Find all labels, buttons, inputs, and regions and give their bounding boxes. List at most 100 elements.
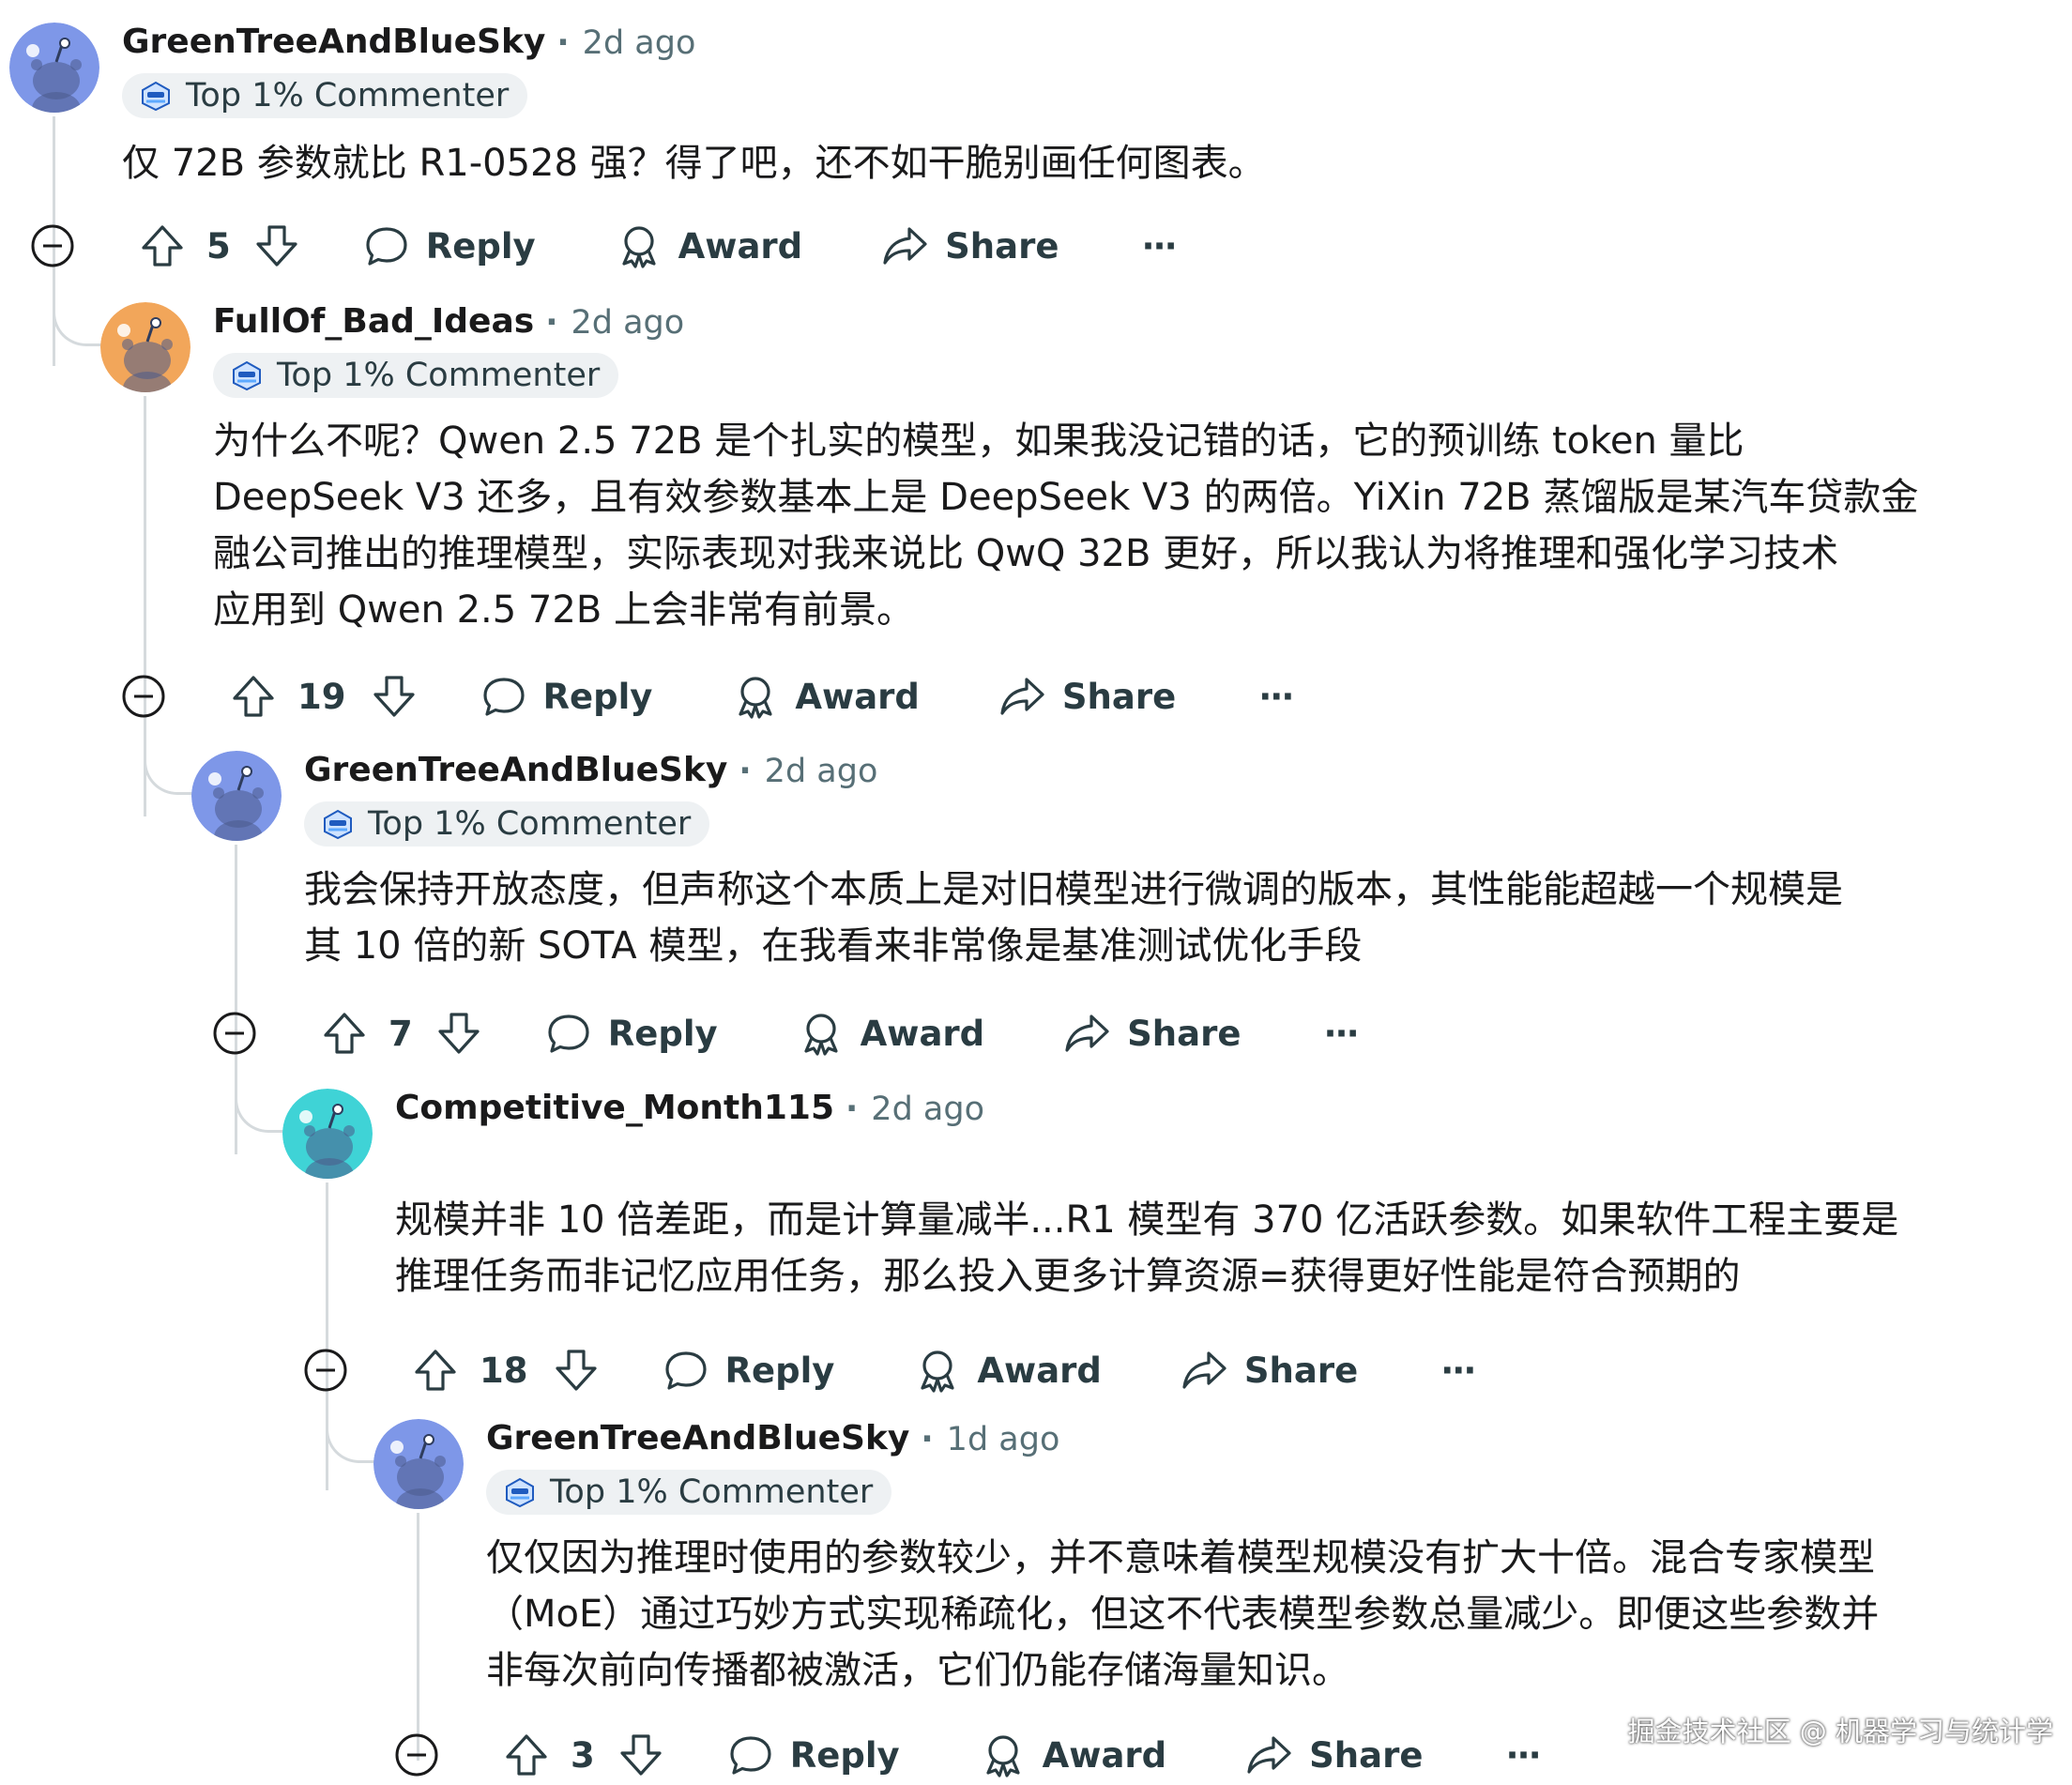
comment-text-line: 推理任务而非记忆应用任务，那么投入更多计算资源=获得更好性能是符合预期的 [395, 1255, 1741, 1298]
collapse-thread-button[interactable] [303, 1348, 348, 1393]
downvote-icon [555, 1350, 597, 1391]
award-icon [617, 223, 662, 268]
award-icon [733, 674, 778, 719]
share-button[interactable]: Share [1063, 1011, 1241, 1056]
reply-label: Reply [425, 225, 536, 267]
share-icon [1245, 1732, 1292, 1777]
badge-icon [321, 807, 355, 841]
reply-button[interactable]: Reply [728, 1732, 900, 1777]
more-options-button[interactable]: ··· [1258, 677, 1294, 717]
upvote-icon [233, 676, 274, 717]
username[interactable]: Competitive_Month115 [395, 1089, 834, 1127]
collapse-thread-button[interactable] [394, 1732, 439, 1777]
downvote-button[interactable] [555, 1348, 598, 1393]
more-options-button[interactable]: ··· [1505, 1735, 1541, 1776]
upvote-icon [324, 1013, 365, 1054]
username[interactable]: GreenTreeAndBlueSky [304, 751, 727, 789]
downvote-button[interactable] [373, 674, 416, 719]
share-icon [1181, 1348, 1227, 1393]
vote-count: 7 [388, 1013, 413, 1054]
award-icon [915, 1348, 960, 1393]
collapse-thread-button[interactable] [121, 674, 166, 719]
reply-button[interactable]: Reply [364, 223, 536, 268]
avatar[interactable] [282, 1089, 373, 1179]
comment-text-line: 应用到 Qwen 2.5 72B 上会非常有前景。 [213, 588, 914, 632]
award-button[interactable]: Award [799, 1011, 985, 1056]
downvote-button[interactable] [619, 1732, 663, 1777]
reply-label: Reply [607, 1013, 718, 1054]
comment-body: 仅 72B 参数就比 R1-0528 强？得了吧，还不如干脆别画任何图表。 [122, 135, 1266, 191]
award-label: Award [860, 1013, 985, 1054]
upvote-button[interactable] [232, 674, 275, 719]
more-options-button[interactable]: ··· [1440, 1350, 1476, 1391]
share-icon [1063, 1011, 1110, 1056]
reply-button[interactable]: Reply [546, 1011, 718, 1056]
upvote-icon [142, 225, 183, 267]
collapse-thread-button[interactable] [30, 223, 75, 268]
downvote-icon [438, 1013, 480, 1054]
comment-text-line: （MoE）通过巧妙方式实现稀疏化，但这不代表模型参数总量减少。即便这些参数并 [486, 1593, 1880, 1636]
avatar[interactable] [373, 1419, 464, 1509]
comment-age: · 1d ago [909, 1421, 1059, 1458]
username[interactable]: GreenTreeAndBlueSky [122, 23, 545, 61]
timestamp: 2d ago [571, 304, 685, 342]
downvote-button[interactable] [437, 1011, 480, 1056]
separator-dot: · [921, 1421, 934, 1458]
award-label: Award [795, 676, 920, 717]
share-button[interactable]: Share [998, 674, 1176, 719]
upvote-button[interactable] [505, 1732, 548, 1777]
comment-actions: 3 Reply Award Share ··· [394, 1725, 1542, 1785]
timestamp: 2d ago [764, 753, 878, 790]
reply-label: Reply [542, 676, 653, 717]
comment-actions: 5 Reply Award Share ··· [30, 216, 1178, 276]
downvote-button[interactable] [255, 223, 298, 268]
avatar[interactable] [100, 302, 190, 392]
share-label: Share [1243, 1350, 1359, 1391]
award-button[interactable]: Award [733, 674, 920, 719]
separator-dot: · [545, 304, 558, 342]
reply-label: Reply [789, 1734, 900, 1776]
comment-age: · 2d ago [834, 1091, 984, 1128]
share-label: Share [1061, 676, 1177, 717]
comment-text-line: 仅 72B 参数就比 R1-0528 强？得了吧，还不如干脆别画任何图表。 [122, 142, 1266, 185]
commenter-badge[interactable]: Top 1% Commenter [486, 1470, 892, 1515]
reply-button[interactable]: Reply [663, 1348, 835, 1393]
commenter-badge[interactable]: Top 1% Commenter [122, 73, 528, 118]
upvote-button[interactable] [141, 223, 184, 268]
downvote-icon [620, 1734, 662, 1776]
comment-age: · 2d ago [534, 304, 684, 342]
award-label: Award [1042, 1734, 1167, 1776]
comment-text-line: 非每次前向传播都被激活，它们仍能存储海量知识。 [486, 1649, 1349, 1692]
comment-body: 为什么不呢？Qwen 2.5 72B 是个扎实的模型，如果我没记错的话，它的预训… [213, 413, 1918, 638]
timestamp: 1d ago [946, 1421, 1060, 1458]
commenter-badge[interactable]: Top 1% Commenter [213, 353, 619, 398]
badge-icon [230, 359, 264, 392]
separator-dot: · [556, 24, 570, 62]
reply-label: Reply [724, 1350, 835, 1391]
more-options-button[interactable]: ··· [1323, 1014, 1359, 1054]
award-icon [799, 1011, 844, 1056]
award-button[interactable]: Award [617, 223, 802, 268]
comment-actions: 19 Reply Award Share ··· [121, 666, 1294, 726]
award-button[interactable]: Award [981, 1732, 1167, 1777]
upvote-button[interactable] [414, 1348, 457, 1393]
vote-count: 19 [297, 676, 346, 717]
collapse-thread-button[interactable] [212, 1011, 257, 1056]
commenter-badge[interactable]: Top 1% Commenter [304, 801, 710, 847]
badge-icon [503, 1475, 537, 1509]
username[interactable]: GreenTreeAndBlueSky [486, 1419, 909, 1457]
comment-text-line: 为什么不呢？Qwen 2.5 72B 是个扎实的模型，如果我没记错的话，它的预训… [213, 420, 1744, 463]
award-button[interactable]: Award [915, 1348, 1102, 1393]
badge-label: Top 1% Commenter [550, 1473, 874, 1511]
avatar[interactable] [191, 751, 282, 841]
share-button[interactable]: Share [1181, 1348, 1358, 1393]
comment-age: · 2d ago [545, 24, 695, 62]
username[interactable]: FullOf_Bad_Ideas [213, 302, 534, 341]
comment-actions: 7 Reply Award Share ··· [212, 1003, 1360, 1063]
more-options-button[interactable]: ··· [1141, 226, 1177, 267]
reply-button[interactable]: Reply [481, 674, 653, 719]
avatar[interactable] [9, 23, 99, 113]
share-button[interactable]: Share [1245, 1732, 1423, 1777]
upvote-button[interactable] [323, 1011, 366, 1056]
share-button[interactable]: Share [881, 223, 1059, 268]
